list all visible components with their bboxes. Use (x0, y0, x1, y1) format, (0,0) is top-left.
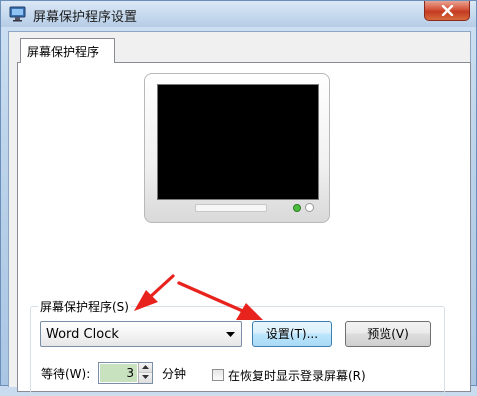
screensaver-group-label: 屏幕保护程序(S) (38, 298, 131, 315)
chevron-up-icon (142, 365, 149, 369)
chevron-down-icon (142, 375, 149, 379)
stepper-down-button[interactable] (138, 373, 152, 383)
resume-logon-checkbox[interactable] (212, 369, 224, 381)
preview-screen (157, 84, 319, 200)
screensaver-select-value: Word Clock (46, 327, 119, 342)
display-settings-icon (9, 6, 27, 22)
window-title: 屏幕保护程序设置 (33, 10, 138, 25)
tab-screensaver[interactable]: 屏幕保护程序 (20, 38, 115, 63)
preview-button[interactable]: 预览(V) (345, 321, 431, 347)
settings-button[interactable]: 设置(T)... (252, 321, 332, 347)
monitor-strip (195, 204, 267, 212)
screensaver-select[interactable]: Word Clock (40, 321, 242, 347)
wait-label: 等待(W): (41, 367, 91, 381)
wait-minutes-input[interactable]: 3 (100, 364, 137, 382)
power-button-icon (305, 203, 314, 212)
close-button[interactable] (424, 1, 470, 21)
title-bar[interactable]: 屏幕保护程序设置 (1, 1, 476, 27)
close-icon (441, 5, 454, 16)
monitor-preview-icon (144, 73, 330, 223)
resume-logon-label[interactable]: 在恢复时显示登录屏幕(R) (228, 367, 366, 384)
power-led-icon (293, 204, 301, 212)
stepper-up-button[interactable] (138, 363, 152, 373)
wait-unit-label: 分钟 (162, 367, 187, 381)
chevron-down-icon (226, 332, 235, 337)
wait-minutes-stepper[interactable]: 3 (98, 362, 153, 384)
